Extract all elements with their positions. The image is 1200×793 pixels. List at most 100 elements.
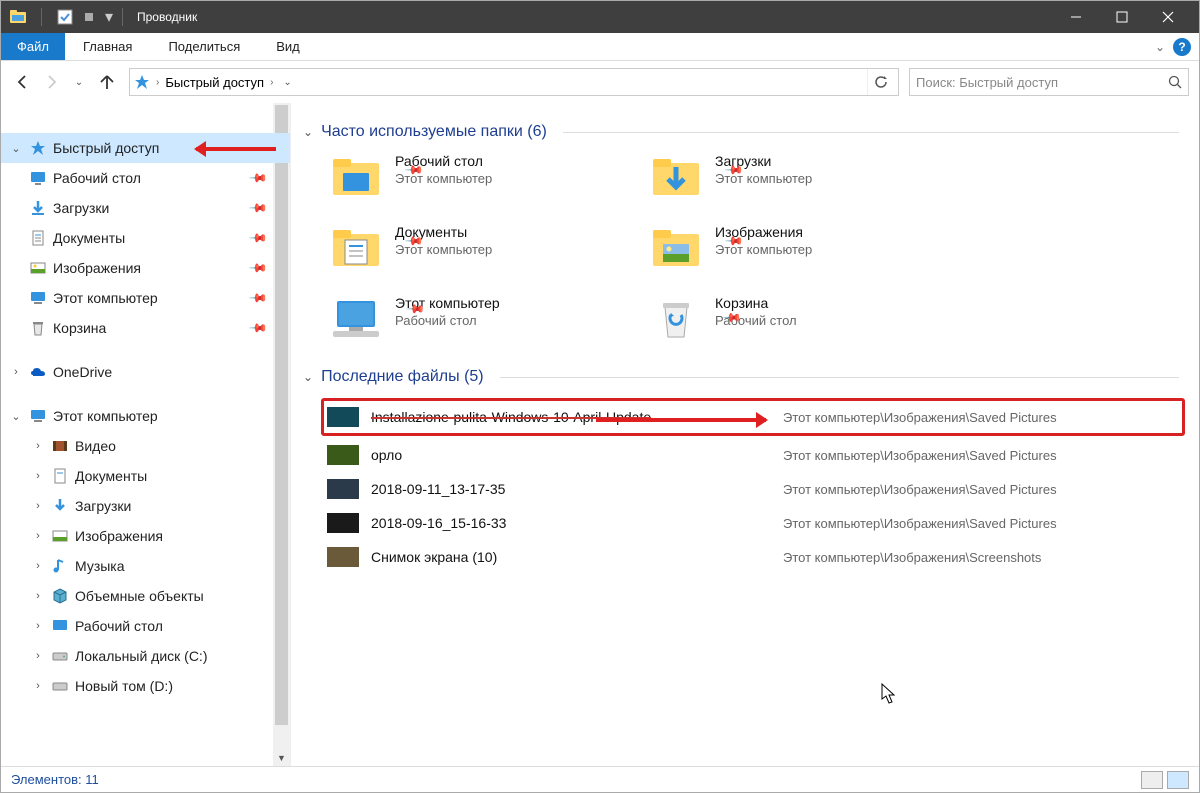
pin-icon: 📌: [248, 168, 268, 188]
expander-icon[interactable]: ›: [31, 470, 45, 482]
recycle-bin-large-icon: [649, 295, 703, 343]
sidebar-onedrive[interactable]: › OneDrive: [1, 357, 290, 387]
expander-icon[interactable]: ›: [31, 530, 45, 542]
expander-icon[interactable]: ›: [31, 560, 45, 572]
folder-item-this-pc[interactable]: Этот компьютер Рабочий стол 📌: [329, 295, 639, 348]
qat-customize[interactable]: ▾: [104, 12, 114, 22]
tab-view[interactable]: Вид: [258, 33, 318, 60]
properties-icon[interactable]: [56, 8, 74, 26]
sidebar-item-this-pc-pinned[interactable]: Этот компьютер 📌: [1, 283, 290, 313]
refresh-button[interactable]: [867, 69, 894, 95]
recent-files-header[interactable]: ⌄ Последние файлы (5): [303, 368, 1179, 386]
sidebar-item-label: Объемные объекты: [75, 588, 204, 604]
sidebar-item-label: Загрузки: [53, 200, 109, 216]
divider: [500, 377, 1179, 378]
search-icon: [1168, 75, 1182, 89]
navigation-pane: ▲ ▼ ⌄ Быстрый доступ Рабочий стол 📌 Загр…: [1, 103, 291, 766]
folder-item-documents[interactable]: Документы Этот компьютер 📌: [329, 224, 639, 277]
breadcrumb-separator[interactable]: ›: [156, 77, 159, 88]
expander-icon[interactable]: ›: [31, 590, 45, 602]
up-button[interactable]: [95, 70, 119, 94]
expander-icon[interactable]: ›: [31, 650, 45, 662]
divider: [563, 132, 1179, 133]
file-row[interactable]: 2018-09-11_13-17-35 Этот компьютер\Изобр…: [327, 472, 1179, 506]
cube-icon: [51, 587, 69, 605]
sidebar-item-label: Изображения: [75, 528, 163, 544]
pc-large-icon: [329, 295, 383, 343]
address-history-dropdown[interactable]: ⌄: [279, 77, 295, 88]
pc-icon: [29, 289, 47, 307]
folder-item-desktop[interactable]: Рабочий стол Этот компьютер 📌: [329, 153, 639, 206]
details-view-button[interactable]: [1141, 771, 1163, 789]
sidebar-item-label: Быстрый доступ: [53, 140, 159, 156]
frequent-folders-header[interactable]: ⌄ Часто используемые папки (6): [303, 123, 1179, 141]
sidebar-item-music[interactable]: › Музыка: [1, 551, 290, 581]
sidebar-item-pictures[interactable]: › Изображения: [1, 521, 290, 551]
tab-home[interactable]: Главная: [65, 33, 150, 60]
pin-icon: 📌: [248, 198, 268, 218]
sidebar-item-label: Этот компьютер: [53, 290, 158, 306]
sidebar-item-label: Загрузки: [75, 498, 131, 514]
scroll-down-icon[interactable]: ▼: [273, 749, 290, 766]
expander-icon[interactable]: ›: [31, 680, 45, 692]
sidebar-item-pictures[interactable]: Изображения 📌: [1, 253, 290, 283]
file-path: Этот компьютер\Изображения\Saved Picture…: [783, 516, 1057, 531]
videos-icon: [51, 437, 69, 455]
star-icon: [29, 139, 47, 157]
forward-button[interactable]: [39, 70, 63, 94]
folder-item-recycle-bin[interactable]: Корзина Рабочий стол 📌: [649, 295, 959, 348]
annotation-arrow: [196, 147, 276, 151]
address-bar[interactable]: › Быстрый доступ › ⌄: [129, 68, 899, 96]
sidebar-this-pc[interactable]: ⌄ Этот компьютер: [1, 401, 290, 431]
expander-icon[interactable]: ›: [9, 366, 23, 378]
music-icon: [51, 557, 69, 575]
sidebar-item-label: Локальный диск (C:): [75, 648, 208, 664]
file-row[interactable]: Снимок экрана (10) Этот компьютер\Изобра…: [327, 540, 1179, 574]
breadcrumb-segment[interactable]: Быстрый доступ: [165, 75, 264, 90]
sidebar-item-documents[interactable]: › Документы: [1, 461, 290, 491]
tab-share[interactable]: Поделиться: [150, 33, 258, 60]
file-name: Снимок экрана (10): [371, 549, 771, 565]
folder-item-downloads[interactable]: Загрузки Этот компьютер 📌: [649, 153, 959, 206]
sidebar-item-desktop[interactable]: Рабочий стол 📌: [1, 163, 290, 193]
frequent-folders-grid: Рабочий стол Этот компьютер 📌 Загрузки Э…: [329, 153, 1179, 348]
sidebar-quick-access[interactable]: ⌄ Быстрый доступ: [1, 133, 290, 163]
expander-icon[interactable]: ⌄: [9, 142, 23, 155]
file-row[interactable]: Installazione-pulita-Windows-10-April-Up…: [321, 398, 1185, 436]
sidebar-item-desktop[interactable]: › Рабочий стол: [1, 611, 290, 641]
close-button[interactable]: [1145, 1, 1191, 33]
thumbnails-view-button[interactable]: [1167, 771, 1189, 789]
expander-icon[interactable]: ⌄: [9, 410, 23, 423]
sidebar-item-drive-d[interactable]: › Новый том (D:): [1, 671, 290, 701]
folder-item-pictures[interactable]: Изображения Этот компьютер 📌: [649, 224, 959, 277]
file-row[interactable]: орло Этот компьютер\Изображения\Saved Pi…: [327, 438, 1179, 472]
sidebar-item-3d-objects[interactable]: › Объемные объекты: [1, 581, 290, 611]
breadcrumb-separator[interactable]: ›: [270, 77, 273, 88]
qat-dropdown[interactable]: [84, 12, 94, 22]
collapse-icon[interactable]: ⌄: [303, 125, 313, 139]
divider: [122, 8, 123, 26]
tab-file[interactable]: Файл: [1, 33, 65, 60]
help-icon[interactable]: ?: [1173, 38, 1191, 56]
search-placeholder: Поиск: Быстрый доступ: [916, 75, 1058, 90]
ribbon-expand-icon[interactable]: ⌄: [1155, 40, 1165, 54]
minimize-button[interactable]: [1053, 1, 1099, 33]
sidebar-item-documents[interactable]: Документы 📌: [1, 223, 290, 253]
collapse-icon[interactable]: ⌄: [303, 370, 313, 384]
file-row[interactable]: 2018-09-16_15-16-33 Этот компьютер\Изобр…: [327, 506, 1179, 540]
maximize-button[interactable]: [1099, 1, 1145, 33]
back-button[interactable]: [11, 70, 35, 94]
expander-icon[interactable]: ›: [31, 620, 45, 632]
sidebar-item-recycle-bin[interactable]: Корзина 📌: [1, 313, 290, 343]
expander-icon[interactable]: ›: [31, 440, 45, 452]
sidebar-item-downloads[interactable]: › Загрузки: [1, 491, 290, 521]
sidebar-item-videos[interactable]: › Видео: [1, 431, 290, 461]
sidebar-item-downloads[interactable]: Загрузки 📌: [1, 193, 290, 223]
recycle-bin-icon: [29, 319, 47, 337]
expander-icon[interactable]: ›: [31, 500, 45, 512]
file-path: Этот компьютер\Изображения\Saved Picture…: [783, 448, 1057, 463]
sidebar-item-label: Корзина: [53, 320, 106, 336]
recent-locations-dropdown[interactable]: ⌄: [67, 70, 91, 94]
search-input[interactable]: Поиск: Быстрый доступ: [909, 68, 1189, 96]
sidebar-item-drive-c[interactable]: › Локальный диск (C:): [1, 641, 290, 671]
